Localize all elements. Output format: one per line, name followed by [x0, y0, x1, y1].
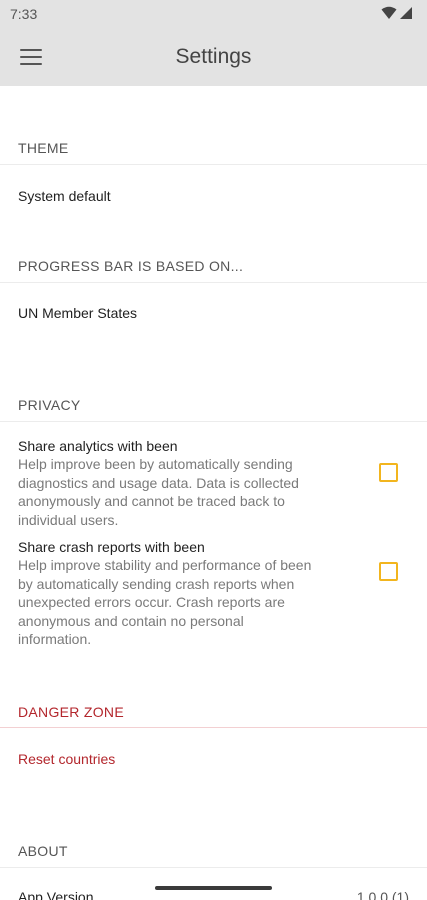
section-header-about: ABOUT: [18, 843, 68, 859]
status-icons: [381, 6, 413, 20]
section-header-danger-zone: DANGER ZONE: [18, 704, 124, 720]
app-bar: Settings: [0, 28, 427, 86]
divider: [0, 867, 427, 868]
cell-signal-icon: [400, 7, 412, 19]
section-header-privacy: PRIVACY: [18, 397, 81, 413]
crash-reports-title: Share crash reports with been: [18, 539, 205, 555]
divider: [0, 421, 427, 422]
progress-basis-setting[interactable]: UN Member States: [18, 305, 137, 321]
reset-countries-button[interactable]: Reset countries: [18, 751, 115, 767]
section-header-theme: THEME: [18, 140, 69, 156]
analytics-title: Share analytics with been: [18, 438, 178, 454]
crash-reports-summary: Help improve stability and performance o…: [18, 557, 312, 647]
crash-reports-checkbox[interactable]: [379, 562, 398, 581]
page-title: Settings: [175, 45, 252, 68]
divider: [0, 727, 427, 728]
status-time: 7:33: [10, 6, 38, 22]
gesture-navigation-bar[interactable]: [155, 886, 272, 890]
app-version-label: App Version: [18, 889, 94, 900]
status-bar: 7:33: [0, 0, 427, 28]
analytics-summary: Help improve been by automatically sendi…: [18, 456, 299, 528]
wifi-icon: [381, 6, 397, 19]
divider: [0, 282, 427, 283]
crash-reports-preference[interactable]: Share crash reports with been Help impro…: [18, 538, 358, 649]
divider: [0, 164, 427, 165]
app-version-value: 1.0.0 (1): [356, 889, 409, 900]
theme-setting[interactable]: System default: [18, 188, 111, 204]
section-header-progress: PROGRESS BAR IS BASED ON...: [18, 258, 244, 274]
analytics-preference[interactable]: Share analytics with been Help improve b…: [18, 437, 358, 529]
analytics-checkbox[interactable]: [379, 463, 398, 482]
